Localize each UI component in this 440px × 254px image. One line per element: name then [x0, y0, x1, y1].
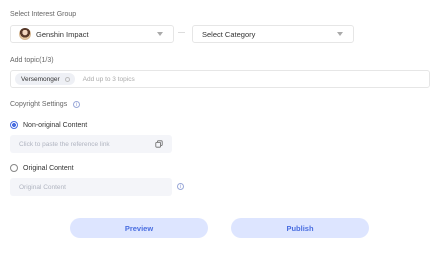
chevron-down-icon [157, 32, 163, 36]
info-icon[interactable]: i [177, 183, 184, 190]
group-avatar [19, 28, 31, 40]
topics-placeholder: Add up to 3 topics [82, 75, 135, 83]
interest-group-label: Select Interest Group [10, 11, 77, 18]
copyright-label: Copyright Settings [10, 101, 68, 108]
publish-button[interactable]: Publish [231, 218, 369, 238]
copyright-heading: Copyright Settings i [10, 101, 81, 108]
remove-tag-icon[interactable] [64, 76, 70, 82]
original-option[interactable]: Original Content [10, 164, 74, 172]
non-original-option[interactable]: Non-original Content [10, 121, 87, 129]
topics-label: Add topic(1/3) [10, 57, 54, 64]
interest-group-value: Genshin Impact [36, 29, 89, 39]
original-content-placeholder: Original Content [19, 183, 66, 191]
preview-button[interactable]: Preview [70, 218, 208, 238]
paste-link-icon[interactable] [155, 140, 163, 148]
category-value: Select Category [202, 29, 256, 39]
info-icon[interactable]: i [73, 101, 81, 108]
interest-group-select[interactable]: Genshin Impact [10, 25, 174, 43]
reference-link-placeholder: Click to paste the reference link [19, 140, 110, 148]
non-original-label: Non-original Content [23, 121, 88, 129]
original-label: Original Content [23, 164, 74, 172]
category-select[interactable]: Select Category [192, 25, 354, 43]
topics-input[interactable]: Versemonger Add up to 3 topics [10, 70, 430, 88]
chevron-down-icon [337, 32, 343, 36]
select-separator: — [178, 29, 185, 36]
reference-link-input[interactable]: Click to paste the reference link [10, 135, 172, 153]
topic-tag-label: Versemonger [21, 75, 60, 83]
original-radio[interactable] [10, 164, 18, 172]
topic-tag[interactable]: Versemonger [15, 73, 75, 85]
non-original-radio[interactable] [10, 121, 18, 129]
original-content-input[interactable]: Original Content [10, 178, 172, 196]
